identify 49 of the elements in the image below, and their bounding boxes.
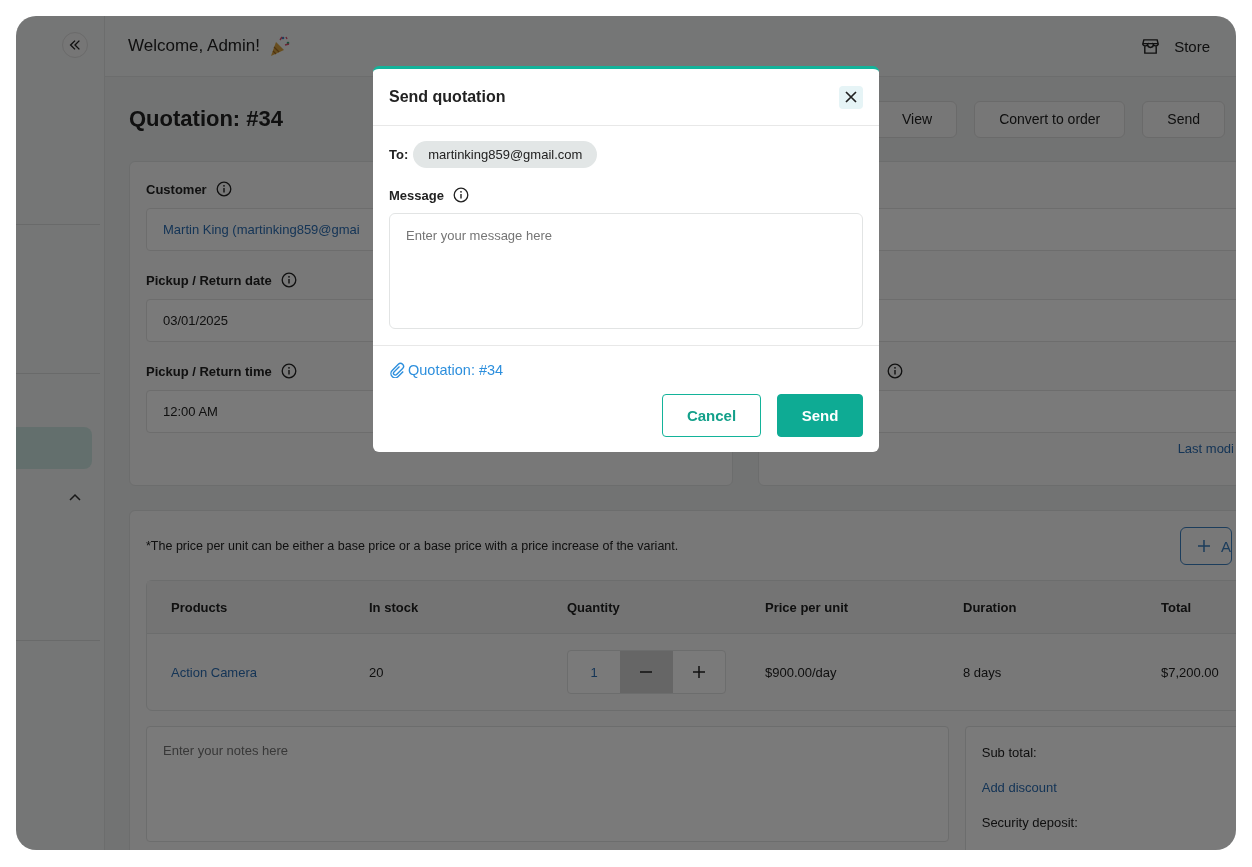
- message-label: Message: [389, 187, 444, 203]
- plus-icon: [1197, 539, 1211, 553]
- add-discount-link[interactable]: Add discount: [981, 780, 1235, 795]
- column-header: Total: [1161, 599, 1193, 615]
- to-label: To:: [389, 147, 409, 162]
- plus-icon[interactable]: [691, 665, 706, 679]
- store-link[interactable]: Store: [1141, 36, 1210, 56]
- store-icon: [1141, 36, 1161, 56]
- table-cell-text: $900.00/day: [765, 664, 838, 680]
- add-button[interactable]: A: [1180, 527, 1232, 565]
- column-header: Duration: [963, 599, 1018, 615]
- table-cell-text: $7,200.00: [1161, 664, 1220, 680]
- column-header: Quantity: [567, 599, 621, 615]
- attachment-link[interactable]: Quotation: #34: [389, 362, 504, 378]
- last-modified-link[interactable]: Last modi: [1177, 441, 1234, 456]
- caret-up-icon[interactable]: [69, 493, 81, 501]
- column-header: In stock: [369, 599, 420, 615]
- column-header: Products: [171, 599, 229, 615]
- table-cell-text: 8 days: [963, 664, 1003, 680]
- field-label: Pickup / Return date: [146, 272, 272, 288]
- send-button[interactable]: Send: [777, 394, 863, 437]
- notes-field[interactable]: Enter your notes here: [146, 726, 949, 842]
- price-note: *The price per unit can be either a base price or a base price with a price increase of the variant.: [146, 539, 679, 553]
- summary-label: Security deposit:: [981, 815, 1079, 830]
- close-button[interactable]: [839, 85, 863, 109]
- summary-label: Sub total:: [981, 745, 1038, 760]
- product-link[interactable]: Action Camera: [171, 664, 369, 680]
- field-label: Pickup / Return time: [146, 363, 272, 379]
- action-button[interactable]: Convert to order: [974, 100, 1126, 138]
- info-icon: [280, 272, 297, 288]
- info-icon: [452, 187, 469, 203]
- welcome-text: Welcome, Admin!: [128, 36, 260, 56]
- info-icon: [280, 363, 297, 379]
- field-label: Customer: [146, 181, 207, 197]
- paperclip-icon: [389, 362, 405, 378]
- double-chevron-left-icon: [68, 38, 82, 52]
- quantity-value: 1: [589, 663, 599, 682]
- table-cell-text: 20: [369, 664, 385, 680]
- collapse-button[interactable]: [62, 32, 88, 58]
- action-button[interactable]: Send: [1142, 100, 1225, 138]
- message-field[interactable]: Enter your message here: [389, 213, 863, 329]
- page-title: Quotation: #34: [129, 106, 283, 132]
- info-icon: [215, 181, 232, 197]
- close-icon: [844, 90, 858, 104]
- column-header: Price per unit: [765, 599, 850, 615]
- recipient-chip: martinking859@gmail.com: [413, 141, 598, 168]
- cancel-button[interactable]: Cancel: [662, 394, 761, 437]
- dialog-title: Send quotation: [389, 88, 506, 106]
- quantity-stepper[interactable]: 1: [567, 650, 726, 694]
